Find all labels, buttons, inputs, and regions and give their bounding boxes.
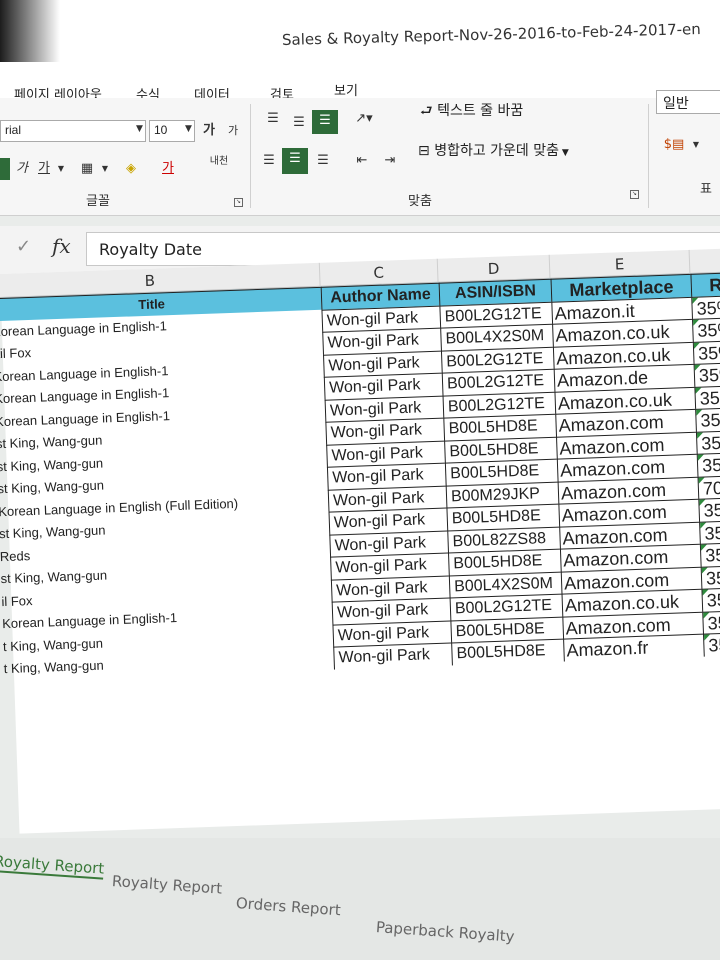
sheet-tab-bar: Royalty Report Royalty Report Orders Rep… (0, 838, 720, 960)
font-dialog-launcher-icon[interactable]: ↘ (234, 198, 243, 207)
bold-icon[interactable] (0, 158, 10, 180)
error-indicator-icon[interactable] (692, 297, 699, 304)
phonetic-guide-icon[interactable]: 내천 (204, 156, 234, 178)
error-indicator-icon[interactable] (702, 589, 709, 596)
check-icon[interactable]: ✓ (16, 236, 31, 257)
chevron-down-icon[interactable]: ▼ (100, 158, 110, 180)
error-indicator-icon[interactable] (696, 409, 703, 416)
error-indicator-icon[interactable] (695, 387, 702, 394)
chevron-down-icon[interactable]: ▼ (56, 158, 66, 180)
error-indicator-icon[interactable] (700, 522, 707, 529)
window-title: Sales & Royalty Report-Nov-26-2016-to-Fe… (281, 20, 701, 49)
italic-icon[interactable]: 가 (14, 158, 30, 180)
error-indicator-icon[interactable] (693, 319, 700, 326)
border-icon[interactable]: ▦ (76, 158, 98, 180)
increase-indent-icon[interactable]: ⇥ (378, 150, 402, 172)
wrap-text-button[interactable]: ⮐ 텍스트 줄 바꿈 (420, 100, 523, 122)
chevron-down-icon[interactable]: ▼ (185, 124, 192, 134)
error-indicator-icon[interactable] (699, 499, 706, 506)
alignment-dialog-launcher-icon[interactable]: ↘ (630, 190, 639, 199)
number-format-select[interactable]: 일반 (656, 90, 720, 114)
ribbon-tabs: 페이지 레이아웃 수식 데이터 검토 보기 (0, 62, 720, 103)
error-indicator-icon[interactable] (701, 566, 708, 574)
sheet-tab-royalty-report-active[interactable]: Royalty Report (0, 852, 105, 880)
align-right-icon[interactable]: ☰ (312, 150, 334, 172)
group-divider (648, 104, 649, 208)
align-middle-icon[interactable]: ☰ (288, 112, 310, 134)
cell-asin[interactable]: B00L5HD8E (451, 638, 564, 665)
fill-color-icon[interactable]: ◈ (120, 158, 142, 180)
chevron-down-icon[interactable]: ▼ (690, 134, 702, 156)
error-indicator-icon[interactable] (700, 544, 708, 551)
error-indicator-icon[interactable] (703, 611, 710, 619)
insert-function-icon[interactable]: fx (52, 234, 71, 258)
error-indicator-icon[interactable] (698, 477, 705, 484)
sheet-tab-orders-report[interactable]: Orders Report (235, 894, 341, 919)
font-name-select[interactable]: rial (0, 120, 146, 142)
underline-icon[interactable]: 가 (36, 158, 52, 180)
wrap-text-label: 텍스트 줄 바꿈 (437, 103, 524, 119)
error-indicator-icon[interactable] (697, 454, 704, 461)
error-indicator-icon[interactable] (693, 342, 701, 349)
align-top-icon[interactable]: ☰ (262, 108, 284, 130)
error-indicator-icon[interactable] (704, 634, 711, 641)
font-group-label: 글꼴 (86, 194, 110, 209)
merge-center-label: 병합하고 가운데 맞춤 (434, 143, 560, 159)
cell-author[interactable]: Won-gil Park (333, 642, 452, 670)
decrease-indent-icon[interactable]: ⇤ (350, 150, 374, 172)
sheet-tab-royalty-report[interactable]: Royalty Report (111, 872, 222, 898)
align-left-icon[interactable]: ☰ (258, 150, 280, 172)
chevron-down-icon[interactable]: ▼ (136, 124, 143, 134)
orientation-icon[interactable]: ↗▾ (350, 108, 378, 130)
align-bottom-icon[interactable]: ☰ (312, 110, 338, 134)
window-shadow (0, 0, 60, 62)
title-bar: Sales & Royalty Report-Nov-26-2016-to-Fe… (0, 0, 720, 62)
cell-marketplace[interactable]: Amazon.fr (563, 633, 704, 662)
grow-font-icon[interactable]: 가 (200, 120, 218, 142)
error-indicator-icon[interactable] (694, 364, 701, 371)
group-divider (250, 104, 251, 208)
ribbon: rial ▼ 10 ▼ 가 가 가 가 ▼ ▦ ▼ ◈ 가 내천 글꼴 ↘ ☰ … (0, 90, 720, 216)
alignment-group-label: 맞춤 (408, 194, 432, 209)
wrap-text-icon: ⮐ (420, 103, 438, 119)
worksheet: B C D E Title Author Name ASIN/ISBN Mark… (0, 248, 720, 834)
chevron-down-icon[interactable]: ▼ (559, 148, 569, 158)
error-indicator-icon[interactable] (696, 432, 704, 439)
shrink-font-icon[interactable]: 가 (224, 120, 242, 142)
header-royalty-rate[interactable]: Ro (690, 271, 720, 297)
number-group-label: 표 (700, 182, 712, 197)
currency-format-icon[interactable]: $▤ (660, 134, 688, 156)
font-color-icon[interactable]: 가 (158, 158, 178, 180)
merge-center-icon: ⊟ (418, 143, 435, 159)
align-center-icon[interactable]: ☰ (282, 148, 308, 174)
tab-view[interactable]: 보기 (334, 80, 358, 99)
merge-center-button[interactable]: ⊟ 병합하고 가운데 맞춤 ▼ (418, 140, 569, 162)
sheet-tab-paperback-royalty[interactable]: Paperback Royalty (375, 918, 515, 946)
